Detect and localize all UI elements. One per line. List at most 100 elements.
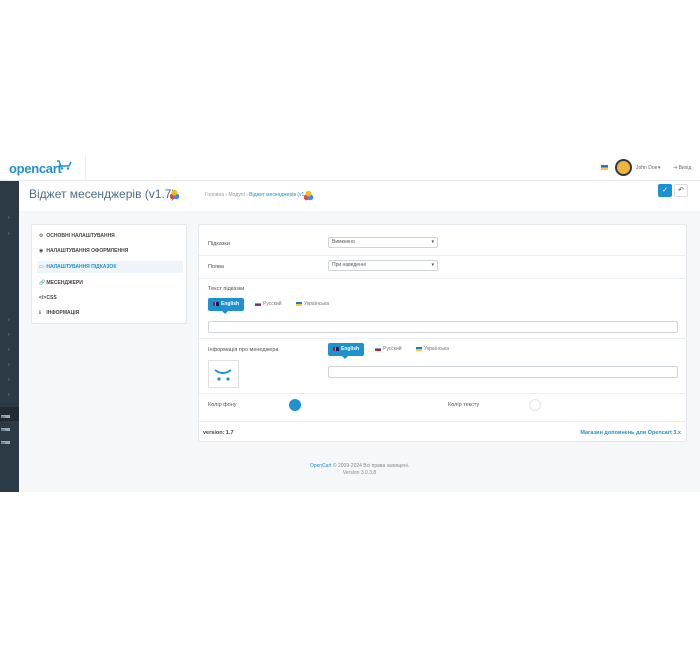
- sidebar-arrow-icon[interactable]: ›: [8, 392, 10, 398]
- cart-logo-icon: [57, 160, 72, 170]
- cart-placeholder-icon: [214, 369, 232, 381]
- sidebar-arrow-icon[interactable]: ›: [8, 332, 10, 338]
- tab-russian[interactable]: Русский: [255, 298, 282, 311]
- tab-ukrainian[interactable]: Українська: [296, 298, 329, 311]
- ukrainian-flag-icon: [416, 346, 422, 351]
- menu-item-main-settings[interactable]: ⚙ ОСНОВНІ НАЛАШТУВАННЯ: [37, 230, 183, 242]
- sidebar-arrow-icon[interactable]: ›: [8, 377, 10, 383]
- top-header: opencart John Doe ▾ ⇥ Вихід: [0, 155, 700, 181]
- breadcrumb-modules[interactable]: Модулі: [228, 192, 244, 198]
- breadcrumb-separator: ›: [246, 192, 248, 198]
- show-select-value: При наведенні: [332, 262, 366, 268]
- breadcrumb: Головна › Модулі › Віджет месенджерів (v…: [205, 192, 310, 198]
- row-divider: [199, 338, 686, 339]
- copyright-text: © 2009-2024 Всі права захищені.: [332, 463, 410, 469]
- tab-label: English: [221, 301, 240, 307]
- row-divider: [199, 255, 686, 256]
- menu-item-css[interactable]: </> CSS: [37, 292, 183, 304]
- tooltip-text-input[interactable]: [208, 321, 678, 333]
- tab-russian[interactable]: Русский: [375, 343, 402, 356]
- manager-image[interactable]: [208, 360, 239, 388]
- gear-icon: ⚙: [39, 233, 44, 239]
- module-logo-icon: [169, 189, 180, 200]
- comment-icon: ▭: [39, 264, 44, 270]
- chevron-down-icon: ▾: [431, 239, 434, 245]
- menu-item-label: ОСНОВНІ НАЛАШТУВАННЯ: [46, 233, 115, 239]
- sidebar-arrow-icon[interactable]: ›: [8, 215, 10, 221]
- breadcrumb-home[interactable]: Головна: [205, 192, 224, 198]
- logout-label: Вихід: [678, 165, 692, 171]
- breadcrumb-current[interactable]: Віджет месенджерів (v1.7): [249, 192, 310, 198]
- russian-flag-icon: [375, 346, 381, 351]
- tab-english[interactable]: English: [328, 343, 365, 359]
- sign-out-icon: ⇥: [673, 165, 678, 171]
- row-divider: [199, 393, 686, 394]
- menu-item-label: CSS: [46, 295, 57, 301]
- back-button[interactable]: ↶: [674, 184, 688, 197]
- menu-item-design-settings[interactable]: ◉ НАЛАШТУВАННЯ ОФОРМЛЕННЯ: [37, 245, 183, 257]
- eye-icon: ◉: [39, 248, 44, 254]
- menu-item-label: ІНФОРМАЦІЯ: [46, 310, 80, 316]
- tooltips-select[interactable]: Вимкнено ▾: [328, 237, 438, 248]
- page-footer: OpenCart © 2009-2024 Всі права захищені.: [19, 463, 700, 469]
- bg-color-label: Колір фону: [208, 402, 237, 408]
- text-color-label: Колір тексту: [448, 402, 480, 408]
- save-button[interactable]: ✓: [658, 184, 672, 197]
- sidebar-arrow-icon[interactable]: ›: [8, 317, 10, 323]
- store-link[interactable]: Магазин доповнень для Opencart 3.x: [580, 430, 681, 436]
- bg-color-picker[interactable]: [289, 399, 301, 411]
- module-logo-icon: [303, 190, 314, 201]
- sidebar-progress-bar: 0%: [1, 428, 10, 432]
- chevron-down-icon[interactable]: ▾: [658, 165, 661, 171]
- tooltip-text-label: Текст підказки: [208, 286, 245, 292]
- footer-version: Version 3.0.3.8: [342, 470, 377, 476]
- opencart-link[interactable]: OpenCart: [310, 463, 332, 469]
- ukrainian-flag-icon: [296, 301, 302, 306]
- manager-info-input[interactable]: [328, 366, 678, 378]
- tab-english[interactable]: English: [208, 298, 245, 314]
- tab-ukrainian[interactable]: Українська: [416, 343, 449, 356]
- row-divider: [199, 278, 686, 279]
- show-label: Поява: [208, 264, 224, 270]
- english-flag-icon: [213, 301, 219, 306]
- menu-item-label: МЕСЕНДЖЕРИ: [46, 280, 83, 286]
- module-version: version: 1.7: [203, 430, 234, 436]
- sidebar-arrow-icon[interactable]: ›: [8, 231, 10, 237]
- manager-info-label: Інформація про менеджера: [208, 347, 279, 353]
- tab-label: English: [341, 346, 360, 352]
- tooltips-label: Підказки: [208, 241, 230, 247]
- menu-item-messengers[interactable]: 🔗 МЕСЕНДЖЕРИ: [37, 277, 183, 289]
- show-select[interactable]: При наведенні ▾: [328, 260, 438, 271]
- russian-flag-icon: [255, 301, 261, 306]
- page-header: Віджет месенджерів (v1.7) Головна › Моду…: [19, 181, 700, 211]
- settings-menu: ⚙ ОСНОВНІ НАЛАШТУВАННЯ ◉ НАЛАШТУВАННЯ ОФ…: [31, 224, 187, 324]
- menu-item-tooltip-settings[interactable]: ▭ НАЛАШТУВАННЯ ПІДКАЗОК: [37, 261, 183, 273]
- sidebar-arrow-icon[interactable]: ›: [8, 362, 10, 368]
- chevron-down-icon: ▾: [431, 262, 434, 268]
- tab-label: Русский: [263, 301, 282, 307]
- tab-label: Українська: [424, 346, 450, 352]
- text-color-picker[interactable]: [529, 399, 541, 411]
- menu-item-label: НАЛАШТУВАННЯ ОФОРМЛЕННЯ: [46, 248, 129, 254]
- tab-label: Українська: [304, 301, 330, 307]
- sidebar-progress-bar: 0%: [1, 415, 10, 419]
- menu-item-label: НАЛАШТУВАННЯ ПІДКАЗОК: [46, 264, 117, 270]
- user-name[interactable]: John Doe: [636, 165, 657, 171]
- code-icon: </>: [39, 295, 47, 301]
- breadcrumb-separator: ›: [225, 192, 228, 198]
- english-flag-icon: [333, 346, 339, 351]
- avatar[interactable]: [615, 159, 632, 176]
- link-icon: 🔗: [39, 280, 46, 286]
- menu-item-info[interactable]: ℹ ІНФОРМАЦІЯ: [37, 307, 183, 319]
- header-divider: [85, 155, 86, 181]
- logout-link[interactable]: ⇥ Вихід: [673, 165, 691, 171]
- opencart-logo[interactable]: opencart: [9, 161, 62, 176]
- ukraine-flag-icon[interactable]: [601, 165, 608, 170]
- tooltips-select-value: Вимкнено: [332, 239, 355, 245]
- sidebar-progress-bar: 0%: [1, 441, 10, 445]
- info-icon: ℹ: [39, 310, 41, 316]
- tab-label: Русский: [383, 346, 402, 352]
- page-title: Віджет месенджерів (v1.7): [29, 187, 176, 201]
- sidebar-arrow-icon[interactable]: ›: [8, 347, 10, 353]
- tooltip-settings-panel: Підказки Вимкнено ▾ Поява При наведенні …: [198, 224, 687, 442]
